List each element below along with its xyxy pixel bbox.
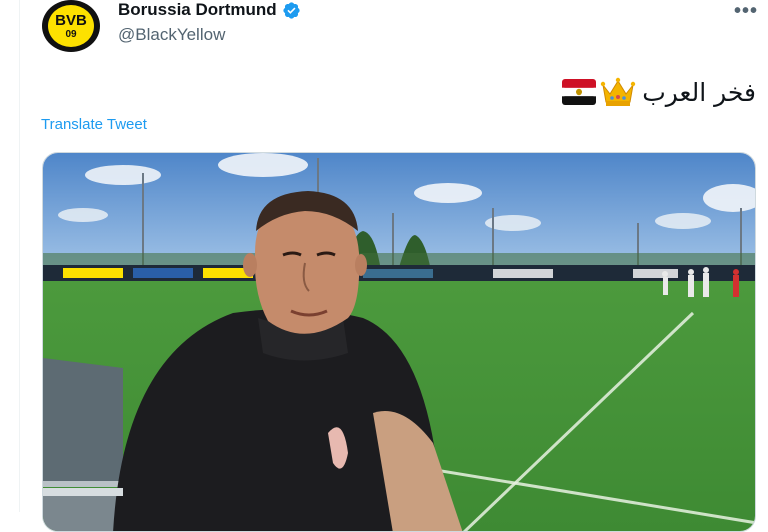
more-options-icon[interactable]: ••• [734,0,758,23]
author-name-row[interactable]: Borussia Dortmund [118,0,301,20]
crown-icon [601,77,636,106]
verified-badge-icon [283,1,300,19]
translate-tweet-link[interactable]: Translate Tweet [41,116,147,133]
tweet-body: فخر العرب [642,77,756,107]
bvb-logo: BVB 09 [46,3,96,49]
timeline-divider [19,0,20,512]
flag-egypt-icon [562,79,597,105]
author-handle[interactable]: @BlackYellow [118,25,225,45]
avatar[interactable]: BVB 09 [42,0,100,52]
avatar-logo-text: BVB [55,11,87,29]
display-name[interactable]: Borussia Dortmund [118,0,277,20]
video-player[interactable] [42,152,756,532]
tweet-text: فخر العرب [562,76,756,108]
avatar-logo-number: 09 [65,28,77,40]
video-frame [43,153,755,531]
